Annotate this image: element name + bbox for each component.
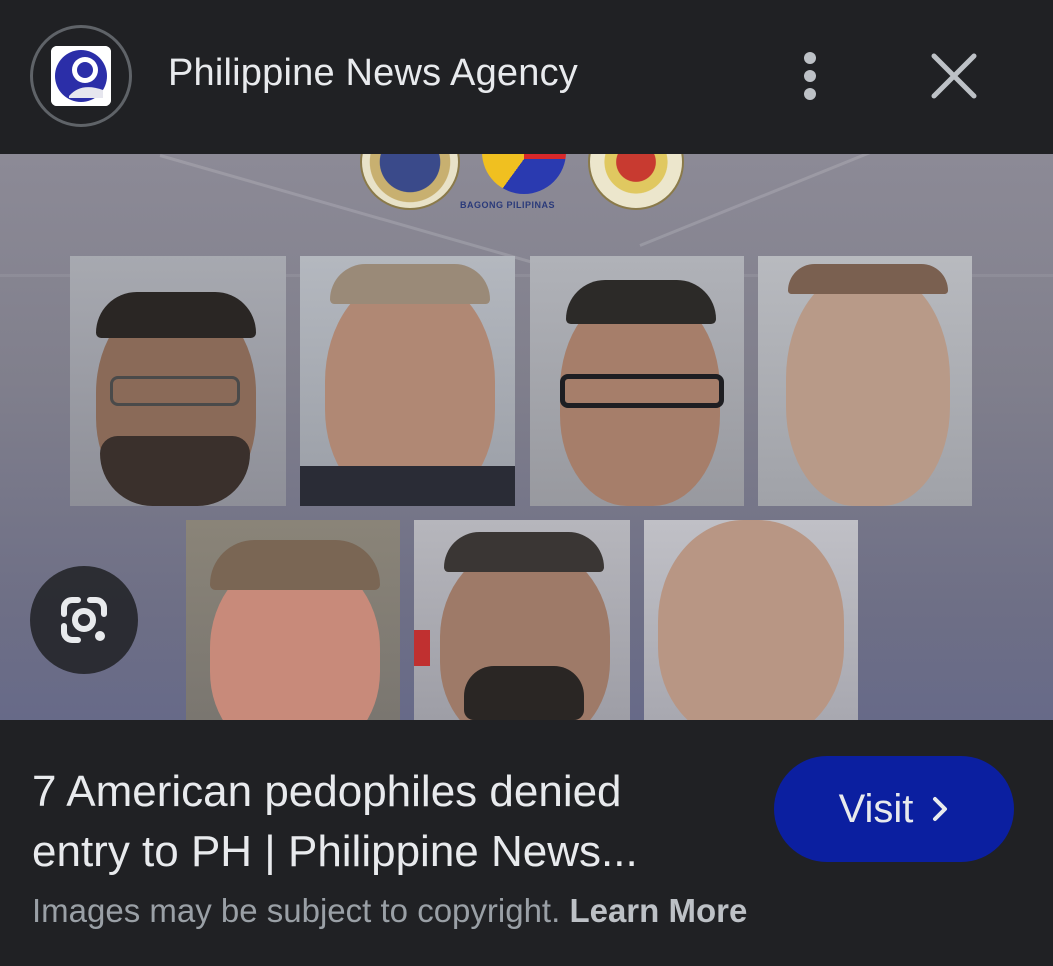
more-vert-icon: [804, 52, 816, 64]
result-title[interactable]: 7 American pedophiles denied entry to PH…: [32, 762, 732, 882]
more-options-button[interactable]: [788, 48, 832, 104]
result-title-line: entry to PH | Philippine News...: [32, 827, 638, 876]
learn-more-link[interactable]: Learn More: [569, 892, 747, 929]
mugshot-photo: [644, 520, 858, 720]
doj-department-seal: [588, 154, 684, 210]
result-footer: 7 American pedophiles denied entry to PH…: [0, 720, 1053, 966]
header-bar: Philippine News Agency: [0, 0, 1053, 154]
mugshot-photo: [186, 520, 400, 720]
logo-caption: BAGONG PILIPINAS: [460, 200, 556, 210]
mugshot-photo: [300, 256, 515, 506]
source-avatar[interactable]: [30, 25, 132, 127]
visit-label: Visit: [838, 786, 914, 831]
mugshot-photo: [758, 256, 972, 506]
google-lens-button[interactable]: [30, 566, 138, 674]
google-lens-icon: [61, 597, 107, 643]
mugshot-photo: [530, 256, 744, 506]
close-button[interactable]: [924, 46, 984, 106]
result-title-line: 7 American pedophiles denied: [32, 767, 622, 816]
source-name[interactable]: Philippine News Agency: [168, 52, 578, 95]
copyright-notice: Images may be subject to copyright. Lear…: [32, 892, 747, 930]
chevron-right-icon: [933, 797, 948, 821]
image-preview[interactable]: BAGONG PILIPINAS: [0, 154, 1053, 720]
doj-seal-logo: [360, 154, 460, 210]
mugshot-photo: [414, 520, 630, 720]
visit-button[interactable]: Visit: [774, 756, 1014, 862]
copyright-text: Images may be subject to copyright.: [32, 892, 561, 929]
mugshot-photo: [70, 256, 286, 506]
bagong-pilipinas-logo: [482, 154, 566, 194]
pna-logo: [51, 46, 111, 106]
close-icon: [931, 53, 977, 99]
